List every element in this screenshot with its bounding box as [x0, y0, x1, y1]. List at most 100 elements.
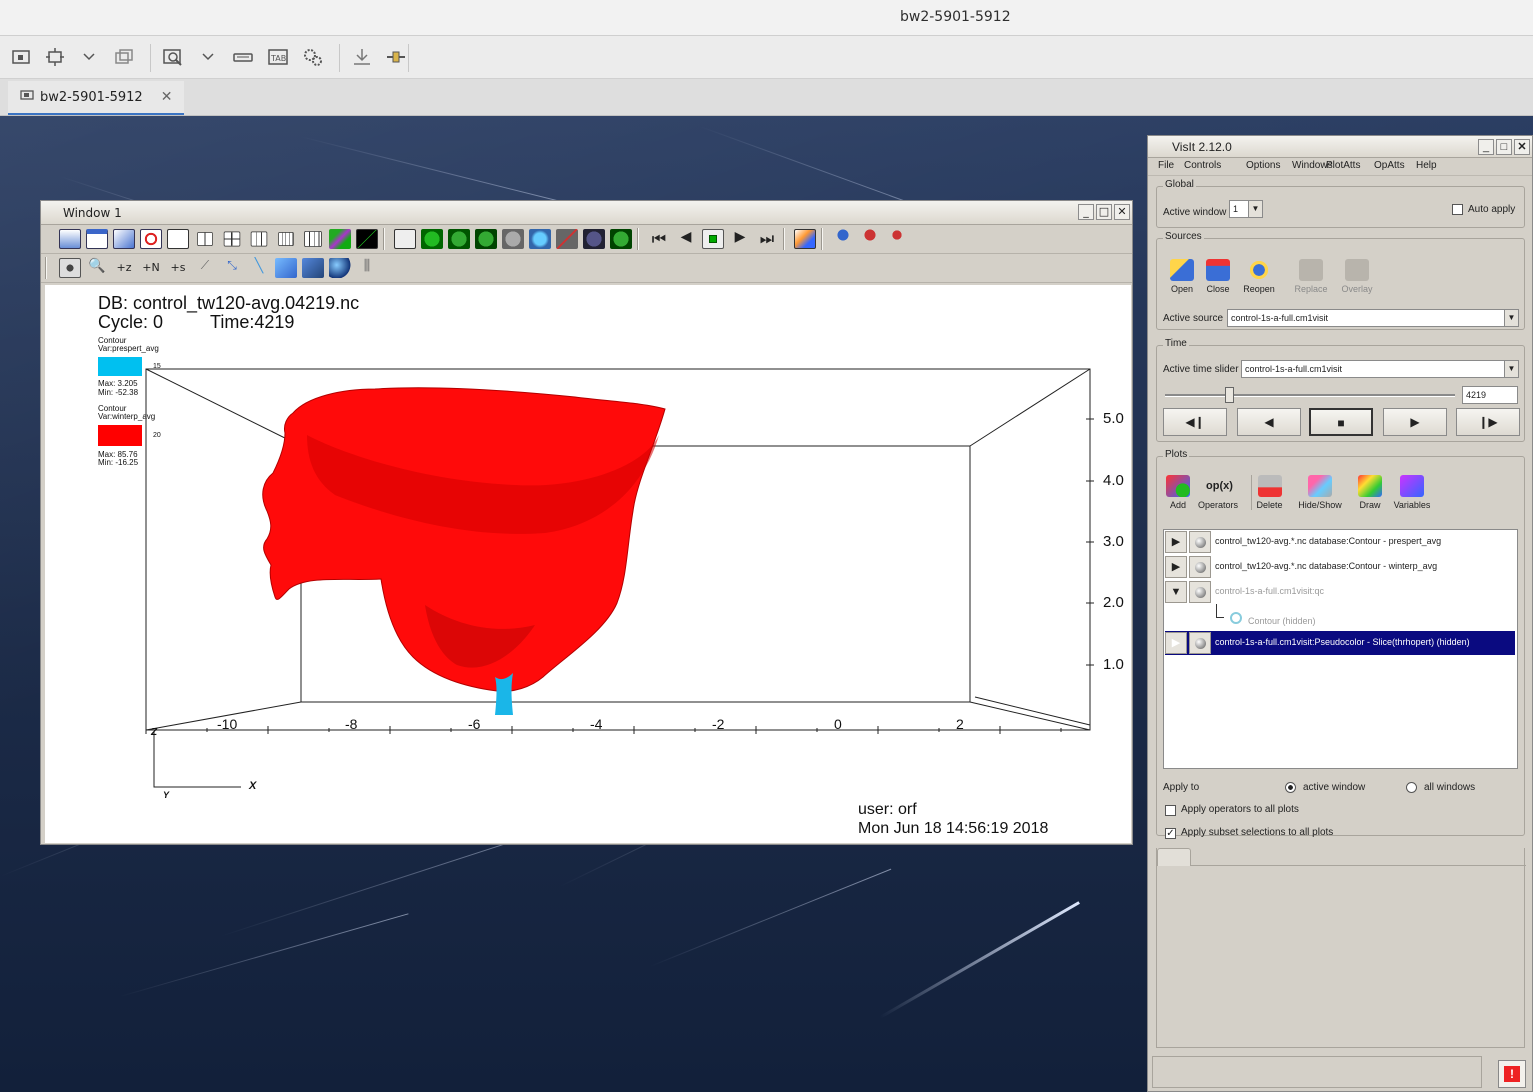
add-window-icon[interactable]: [86, 229, 108, 249]
layout-1x2-icon[interactable]: [197, 232, 213, 246]
menu-file[interactable]: File: [1158, 160, 1174, 171]
visibility-icon[interactable]: [1189, 531, 1211, 553]
notepad-tab[interactable]: [1157, 848, 1191, 866]
apply-subsets-checkbox[interactable]: ✓: [1165, 828, 1176, 839]
navigate-icon[interactable]: [59, 258, 81, 278]
expand-icon[interactable]: ▶: [1165, 556, 1187, 578]
close-button[interactable]: ✕: [1114, 204, 1130, 220]
camera-icon[interactable]: [610, 229, 632, 249]
next-frame-icon[interactable]: ⏭: [756, 229, 778, 249]
apply-all-windows-radio[interactable]: [1406, 782, 1417, 793]
lock-view-icon[interactable]: [886, 229, 908, 249]
expand-icon[interactable]: ▶: [1165, 531, 1187, 553]
step-forward-button[interactable]: ❙▶: [1456, 408, 1520, 436]
previous-frame-icon[interactable]: ◀: [675, 229, 697, 249]
pick-icon[interactable]: ⤡: [221, 258, 243, 278]
color-table-icon[interactable]: [794, 229, 816, 249]
curve-pick-icon[interactable]: ⟋: [194, 258, 216, 278]
stop-icon[interactable]: [702, 229, 724, 249]
first-frame-icon[interactable]: ⏮: [648, 229, 670, 249]
minimize-button[interactable]: _: [1078, 204, 1094, 220]
lock-time-icon[interactable]: [832, 229, 854, 249]
maximize-button[interactable]: □: [1096, 204, 1112, 220]
replace-button[interactable]: Replace: [1291, 259, 1331, 294]
view-3d-icon[interactable]: [394, 229, 416, 249]
hide-show-button[interactable]: Hide/Show: [1295, 475, 1345, 510]
lock-tools-icon[interactable]: [859, 229, 881, 249]
delete-window-icon[interactable]: [140, 229, 162, 249]
axis-tool-icon[interactable]: ⫼: [356, 258, 378, 278]
plot-list-item[interactable]: ▶ control_tw120-avg.*.nc database:Contou…: [1165, 555, 1515, 579]
visibility-icon[interactable]: [1189, 581, 1211, 603]
visibility-icon[interactable]: [1189, 556, 1211, 578]
lineout-icon[interactable]: ╲: [248, 258, 270, 278]
chevron-down-icon[interactable]: [195, 45, 221, 69]
plot-list[interactable]: ▶ control_tw120-avg.*.nc database:Contou…: [1163, 529, 1518, 769]
output-button[interactable]: !: [1498, 1060, 1526, 1088]
menu-help[interactable]: Help: [1416, 160, 1437, 171]
close-icon[interactable]: ✕: [161, 89, 173, 105]
layout-2x3-icon[interactable]: [250, 231, 268, 247]
layout-2x2-icon[interactable]: [223, 231, 241, 247]
menu-plotatts[interactable]: PlotAtts: [1326, 160, 1360, 171]
play-button[interactable]: ▶: [1383, 408, 1447, 436]
time-slider-combo[interactable]: control-1s-a-full.cm1visit ▼: [1241, 360, 1519, 378]
gui-titlebar[interactable]: VisIt 2.12.0 _ □ ✕: [1148, 136, 1532, 158]
camera-icon[interactable]: [583, 229, 605, 249]
zoom-icon[interactable]: [160, 45, 186, 69]
time-slider-track[interactable]: [1165, 394, 1455, 397]
draw-button[interactable]: Draw: [1353, 475, 1387, 510]
sphere-tool-icon[interactable]: [329, 258, 351, 278]
step-back-button[interactable]: ◀❙: [1163, 408, 1227, 436]
clear-window-icon[interactable]: [356, 229, 378, 249]
download-icon[interactable]: [349, 45, 375, 69]
time-state-field[interactable]: 4219: [1462, 386, 1518, 404]
collapse-icon[interactable]: ▼: [1165, 581, 1187, 603]
camera-icon[interactable]: [475, 229, 497, 249]
clone-window-icon[interactable]: [113, 229, 135, 249]
operators-button[interactable]: op(x) Operators: [1195, 475, 1241, 510]
viewer-titlebar[interactable]: Window 1 _ □ ✕: [41, 201, 1132, 225]
notepad-area[interactable]: [1156, 848, 1526, 1048]
operator-label[interactable]: Contour (hidden): [1248, 616, 1316, 626]
spreadsheet-pick-icon[interactable]: +s: [167, 258, 189, 278]
node-pick-icon[interactable]: +N: [140, 258, 162, 278]
menu-options[interactable]: Options: [1246, 160, 1280, 171]
disconnect-icon[interactable]: [383, 45, 409, 69]
open-button[interactable]: Open: [1165, 259, 1199, 294]
gear-icon[interactable]: [300, 45, 326, 69]
plot-list-item[interactable]: ▼ control-1s-a-full.cm1visit:qc: [1165, 580, 1515, 604]
close-source-button[interactable]: Close: [1201, 259, 1235, 294]
time-slider-handle[interactable]: [1224, 387, 1234, 403]
variables-button[interactable]: Variables: [1389, 475, 1435, 510]
close-button[interactable]: ✕: [1514, 139, 1530, 155]
box-tool-icon[interactable]: [302, 258, 324, 278]
camera-icon[interactable]: [421, 229, 443, 249]
delete-plot-button[interactable]: Delete: [1251, 475, 1287, 510]
visibility-icon[interactable]: [1189, 632, 1211, 654]
camera-icon[interactable]: [502, 229, 524, 249]
play-icon[interactable]: ▶: [729, 229, 751, 249]
expand-icon[interactable]: ▶: [1165, 632, 1187, 654]
lock-view-icon[interactable]: [556, 229, 578, 249]
chevron-down-icon[interactable]: [76, 45, 102, 69]
keys-icon[interactable]: TAB: [265, 45, 291, 69]
maximize-button[interactable]: □: [1496, 139, 1512, 155]
plane-tool-icon[interactable]: [275, 258, 297, 278]
plot-list-item[interactable]: ▶ control_tw120-avg.*.nc database:Contou…: [1165, 530, 1515, 554]
play-reverse-button[interactable]: ◀: [1237, 408, 1301, 436]
apply-active-window-radio[interactable]: [1285, 782, 1296, 793]
display-icon[interactable]: [8, 45, 34, 69]
active-source-combo[interactable]: control-1s-a-full.cm1visit ▼: [1227, 309, 1519, 327]
keyboard-icon[interactable]: [230, 45, 256, 69]
menu-opatts[interactable]: OpAtts: [1374, 160, 1405, 171]
clear-plots-icon[interactable]: [329, 229, 351, 249]
add-plot-button[interactable]: Add: [1163, 475, 1193, 510]
stop-button[interactable]: ■: [1309, 408, 1373, 436]
spin-icon[interactable]: [529, 229, 551, 249]
active-window-icon[interactable]: [59, 229, 81, 249]
fit-window-icon[interactable]: [42, 45, 68, 69]
menu-controls[interactable]: Controls: [1184, 160, 1221, 171]
minimize-button[interactable]: _: [1478, 139, 1494, 155]
layout-2x4-icon[interactable]: [278, 232, 294, 246]
